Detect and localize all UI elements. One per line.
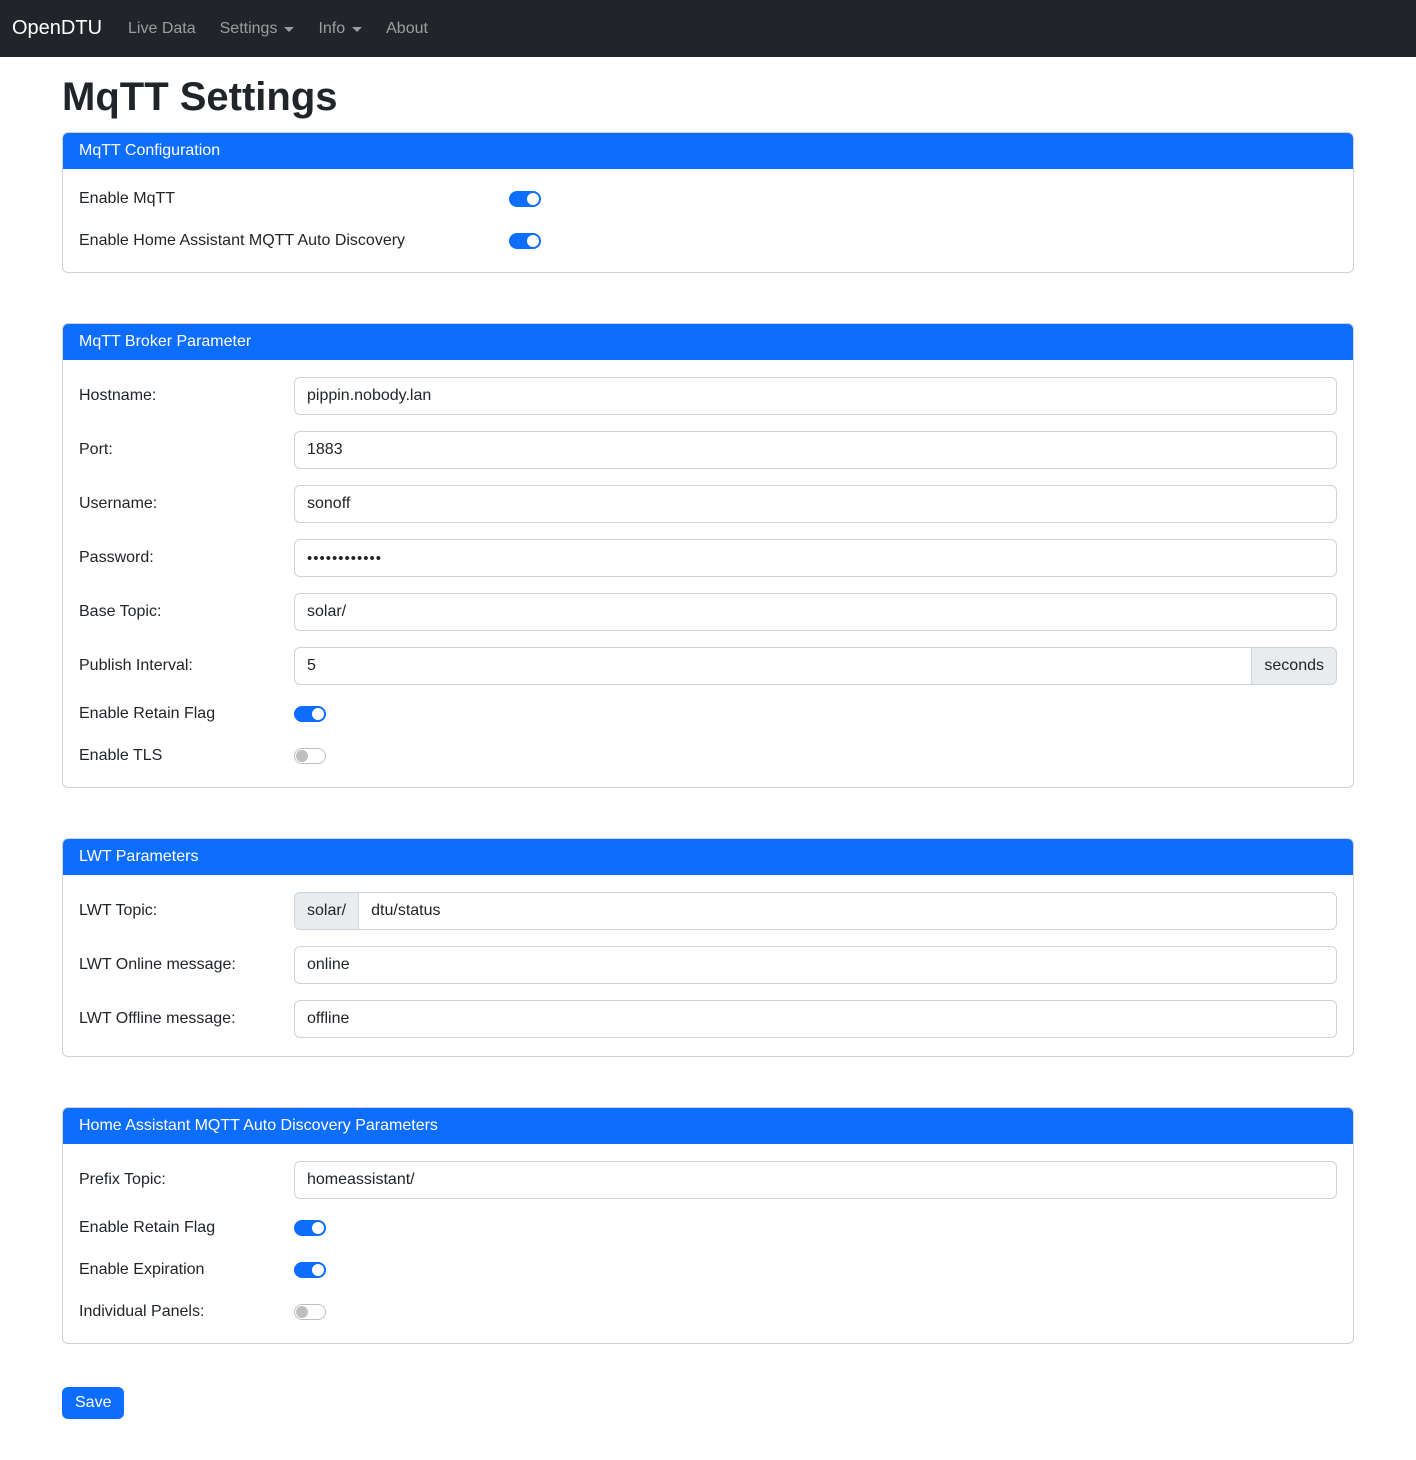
- save-button[interactable]: Save: [62, 1387, 124, 1419]
- field-row-lwt-topic: LWT Topic: solar/: [79, 892, 1337, 930]
- field-label: Enable Retain Flag: [79, 705, 294, 723]
- nav-item-label: Live Data: [128, 20, 196, 38]
- hass-retain-toggle[interactable]: [294, 1220, 326, 1236]
- main-content: MqTT Settings MqTT Configuration Enable …: [62, 75, 1354, 1439]
- retain-flag-toggle[interactable]: [294, 706, 326, 722]
- nav-item-settings[interactable]: Settings: [212, 12, 303, 46]
- lwt-topic-input[interactable]: [358, 892, 1337, 930]
- field-label: LWT Online message:: [79, 956, 294, 974]
- username-input[interactable]: [294, 485, 1337, 523]
- card-header: MqTT Broker Parameter: [63, 324, 1353, 360]
- prefix-topic-input[interactable]: [294, 1161, 1337, 1199]
- card-body: Hostname: Port: Username: Password:: [63, 360, 1353, 787]
- card-broker-parameter: MqTT Broker Parameter Hostname: Port: Us…: [62, 323, 1354, 788]
- password-input[interactable]: [294, 539, 1337, 577]
- lwt-offline-input[interactable]: [294, 1000, 1337, 1038]
- field-row-enable-mqtt: Enable MqTT: [79, 186, 1337, 212]
- enable-mqtt-toggle[interactable]: [509, 191, 541, 207]
- field-row-lwt-offline: LWT Offline message:: [79, 1000, 1337, 1038]
- lwt-online-input[interactable]: [294, 946, 1337, 984]
- field-label: Enable MqTT: [79, 190, 509, 208]
- card-body: Enable MqTT Enable Home Assistant MQTT A…: [63, 169, 1353, 272]
- nav-item-label: Settings: [220, 20, 278, 38]
- lwt-topic-prefix: solar/: [294, 892, 359, 930]
- field-row-hostname: Hostname:: [79, 377, 1337, 415]
- field-row-enable-hass-discovery: Enable Home Assistant MQTT Auto Discover…: [79, 228, 1337, 254]
- field-label: Enable Retain Flag: [79, 1219, 294, 1237]
- field-row-expiration: Enable Expiration: [79, 1257, 1337, 1283]
- field-row-prefix-topic: Prefix Topic:: [79, 1161, 1337, 1199]
- card-hass-discovery-parameters: Home Assistant MQTT Auto Discovery Param…: [62, 1107, 1354, 1344]
- field-row-password: Password:: [79, 539, 1337, 577]
- card-body: Prefix Topic: Enable Retain Flag Enable …: [63, 1144, 1353, 1343]
- brand-opendtu[interactable]: OpenDTU: [12, 17, 102, 40]
- field-row-username: Username:: [79, 485, 1337, 523]
- enable-hass-discovery-toggle[interactable]: [509, 233, 541, 249]
- base-topic-input[interactable]: [294, 593, 1337, 631]
- card-body: LWT Topic: solar/ LWT Online message: LW…: [63, 875, 1353, 1056]
- field-label: Individual Panels:: [79, 1303, 294, 1321]
- chevron-down-icon: [284, 27, 294, 32]
- field-row-tls: Enable TLS: [79, 743, 1337, 769]
- nav-item-live-data[interactable]: Live Data: [120, 12, 204, 46]
- tls-toggle[interactable]: [294, 748, 326, 764]
- field-row-individual-panels: Individual Panels:: [79, 1299, 1337, 1325]
- field-row-base-topic: Base Topic:: [79, 593, 1337, 631]
- field-label: Port:: [79, 441, 294, 459]
- field-label: Enable Home Assistant MQTT Auto Discover…: [79, 232, 509, 250]
- chevron-down-icon: [352, 27, 362, 32]
- page-title: MqTT Settings: [62, 75, 1354, 120]
- field-row-publish-interval: Publish Interval: seconds: [79, 647, 1337, 685]
- field-label: Hostname:: [79, 387, 294, 405]
- field-label: Password:: [79, 549, 294, 567]
- field-label: LWT Offline message:: [79, 1010, 294, 1028]
- expiration-toggle[interactable]: [294, 1262, 326, 1278]
- field-row-lwt-online: LWT Online message:: [79, 946, 1337, 984]
- field-row-retain-flag: Enable Retain Flag: [79, 701, 1337, 727]
- nav-item-label: Info: [318, 20, 345, 38]
- navbar: OpenDTU Live Data Settings Info About: [0, 0, 1416, 57]
- field-label: LWT Topic:: [79, 902, 294, 920]
- field-label: Publish Interval:: [79, 657, 294, 675]
- nav-item-about[interactable]: About: [378, 12, 436, 46]
- card-lwt-parameters: LWT Parameters LWT Topic: solar/ LWT Onl…: [62, 838, 1354, 1057]
- field-label: Base Topic:: [79, 603, 294, 621]
- field-label: Enable Expiration: [79, 1261, 294, 1279]
- publish-interval-input[interactable]: [294, 647, 1252, 685]
- nav-item-label: About: [386, 20, 428, 38]
- card-header: Home Assistant MQTT Auto Discovery Param…: [63, 1108, 1353, 1144]
- card-header: LWT Parameters: [63, 839, 1353, 875]
- field-row-port: Port:: [79, 431, 1337, 469]
- field-label: Enable TLS: [79, 747, 294, 765]
- hostname-input[interactable]: [294, 377, 1337, 415]
- card-mqtt-configuration: MqTT Configuration Enable MqTT Enable Ho…: [62, 132, 1354, 273]
- card-header: MqTT Configuration: [63, 133, 1353, 169]
- field-label: Prefix Topic:: [79, 1171, 294, 1189]
- port-input[interactable]: [294, 431, 1337, 469]
- publish-interval-unit: seconds: [1251, 647, 1337, 685]
- field-label: Username:: [79, 495, 294, 513]
- field-row-hass-retain: Enable Retain Flag: [79, 1215, 1337, 1241]
- individual-panels-toggle[interactable]: [294, 1304, 326, 1320]
- nav-item-info[interactable]: Info: [310, 12, 370, 46]
